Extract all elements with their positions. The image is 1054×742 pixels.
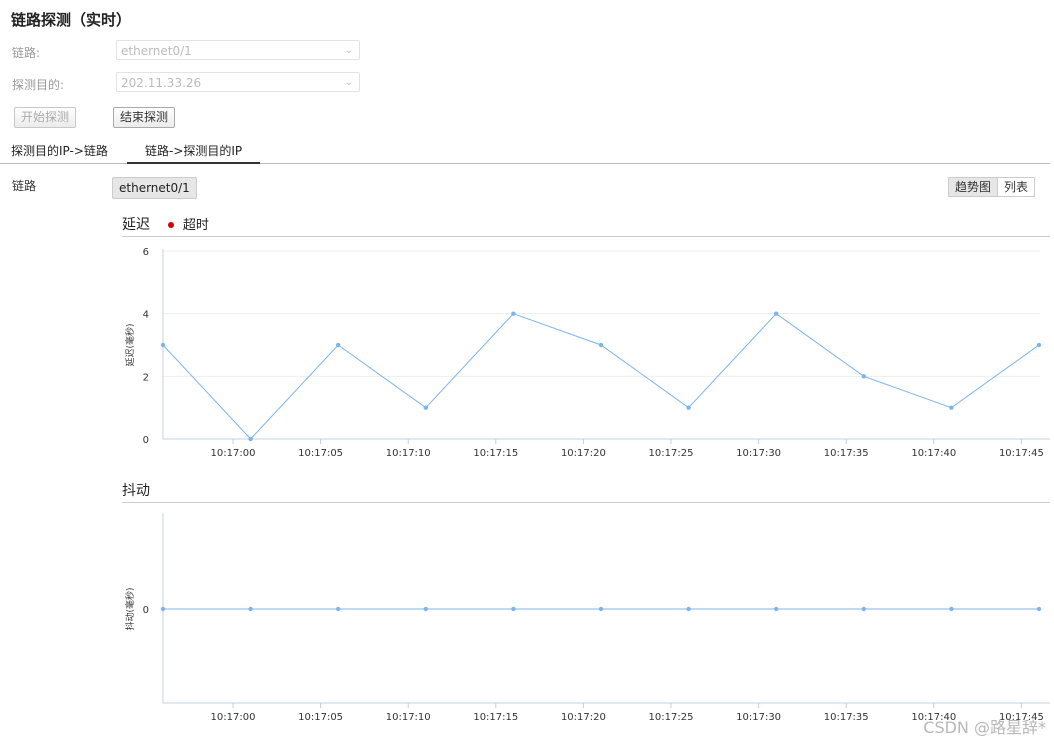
latency-data-point — [949, 405, 954, 410]
jitter-x-tick-label: 10:17:25 — [649, 712, 694, 723]
jitter-data-point — [598, 606, 604, 612]
latency-x-tick-label: 10:17:30 — [736, 448, 781, 459]
jitter-title: 抖动 — [122, 483, 150, 499]
latency-data-point — [1036, 342, 1042, 348]
latency-data-point — [248, 436, 253, 442]
latency-data-point — [598, 342, 604, 348]
jitter-x-tick-label: 10:17:10 — [386, 712, 431, 723]
stop-probe-button[interactable]: 结束探测 — [113, 107, 175, 128]
latency-data-point — [511, 311, 516, 316]
jitter-data-point — [1036, 606, 1042, 612]
target-label: 探测目的: — [12, 78, 65, 92]
jitter-data-point — [336, 606, 341, 612]
latency-x-tick-label: 10:17:20 — [561, 448, 606, 459]
latency-x-tick-label: 10:17:10 — [386, 448, 431, 459]
trend-view-button[interactable]: 趋势图 — [948, 177, 998, 197]
start-probe-button[interactable]: 开始探测 — [14, 107, 76, 128]
chevron-down-icon: ⌄ — [344, 77, 353, 88]
link-label: 链路: — [12, 46, 41, 60]
latency-x-tick-label: 10:17:05 — [298, 448, 343, 459]
latency-x-tick-label: 10:17:25 — [649, 448, 694, 459]
tab-bar: 探测目的IP->链路 链路->探测目的IP — [0, 141, 1050, 164]
latency-series-line — [162, 313, 1040, 440]
jitter-y-tick-label: 0 — [143, 605, 149, 616]
target-select[interactable]: 202.11.33.26 ⌄ — [116, 72, 360, 92]
timeout-legend-label[interactable]: 超时 — [183, 218, 209, 233]
link-row-label: 链路 — [12, 179, 37, 193]
jitter-data-point — [861, 606, 866, 612]
link-select-value: ethernet0/1 — [121, 44, 192, 58]
jitter-data-point — [248, 606, 253, 612]
latency-x-tick-label: 10:17:45 — [999, 448, 1044, 459]
link-select[interactable]: ethernet0/1 ⌄ — [116, 40, 360, 60]
jitter-data-point — [511, 606, 516, 612]
latency-data-point — [423, 405, 428, 410]
latency-data-point — [160, 342, 166, 348]
jitter-y-axis-title: 抖动(毫秒) — [124, 587, 136, 630]
watermark: CSDN @路星辞* — [923, 718, 1046, 737]
jitter-data-point — [686, 606, 691, 612]
latency-y-axis-title: 延迟(毫秒) — [124, 323, 136, 366]
latency-y-tick-label: 4 — [143, 310, 149, 321]
latency-data-point — [774, 311, 779, 316]
list-view-button[interactable]: 列表 — [997, 177, 1035, 197]
jitter-x-tick-label: 10:17:20 — [561, 712, 606, 723]
latency-x-tick-label: 10:17:35 — [824, 448, 869, 459]
latency-data-point — [861, 374, 866, 379]
latency-x-tick-label: 10:17:15 — [473, 448, 518, 459]
latency-title: 延迟 — [122, 217, 150, 233]
jitter-x-tick-label: 10:17:30 — [736, 712, 781, 723]
timeout-legend-dot — [168, 222, 175, 228]
jitter-data-point — [949, 606, 954, 612]
jitter-x-tick-label: 10:17:00 — [211, 712, 256, 723]
tab-link-to-target[interactable]: 链路->探测目的IP — [127, 141, 261, 164]
latency-data-point — [686, 405, 691, 410]
latency-header: 延迟 超时 — [122, 214, 1050, 237]
chevron-down-icon: ⌄ — [344, 45, 353, 56]
latency-data-point — [336, 342, 341, 348]
jitter-header: 抖动 — [122, 480, 1050, 503]
latency-y-tick-label: 2 — [143, 372, 149, 383]
jitter-data-point — [423, 606, 428, 612]
tab-target-to-link[interactable]: 探测目的IP->链路 — [11, 141, 108, 162]
latency-x-tick-label: 10:17:00 — [211, 448, 256, 459]
page-title: 链路探测（实时） — [11, 11, 132, 29]
latency-y-tick-label: 6 — [143, 247, 149, 258]
latency-x-tick-label: 10:17:40 — [911, 448, 956, 459]
link-chip[interactable]: ethernet0/1 — [112, 177, 197, 199]
jitter-x-tick-label: 10:17:05 — [298, 712, 343, 723]
jitter-data-point — [774, 606, 779, 612]
jitter-x-tick-label: 10:17:15 — [473, 712, 518, 723]
latency-y-tick-label: 0 — [143, 435, 149, 446]
target-select-value: 202.11.33.26 — [121, 76, 202, 90]
jitter-data-point — [160, 606, 166, 612]
jitter-x-tick-label: 10:17:35 — [824, 712, 869, 723]
